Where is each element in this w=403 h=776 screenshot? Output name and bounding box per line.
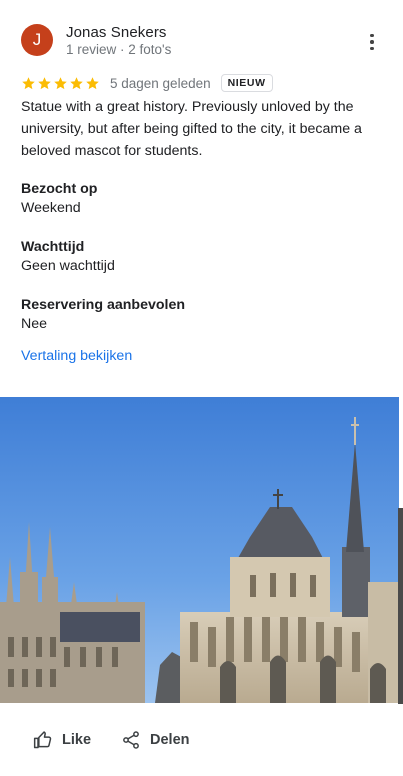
new-badge: NIEUW: [220, 74, 273, 92]
review-card: J Jonas Snekers 1 review · 2 foto's 5 da…: [0, 0, 403, 776]
detail-wait-time: Wachttijd Geen wachttijd: [21, 238, 115, 276]
more-vert-icon: [370, 33, 374, 38]
star-rating: [21, 76, 100, 91]
detail-visited: Bezocht op Weekend: [21, 180, 97, 218]
star-icon: [86, 76, 99, 89]
share-label: Delen: [150, 732, 190, 748]
review-date: 5 dagen geleden: [110, 75, 211, 91]
thumb-up-icon: [33, 731, 52, 749]
detail-value: Nee: [21, 316, 48, 332]
star-icon: [70, 76, 83, 89]
detail-label: Wachttijd: [21, 239, 85, 255]
detail-reservation: Reservering aanbevolen Nee: [21, 296, 185, 334]
detail-value: Geen wachttijd: [21, 258, 115, 274]
view-translation-link[interactable]: Vertaling bekijken: [21, 348, 132, 364]
share-icon: [123, 731, 139, 749]
more-options-button[interactable]: [362, 30, 382, 54]
star-icon: [38, 76, 51, 89]
like-label: Like: [62, 732, 92, 748]
like-button[interactable]: Like: [33, 730, 91, 750]
author-name[interactable]: Jonas Snekers: [66, 24, 167, 41]
detail-label: Reservering aanbevolen: [21, 297, 186, 313]
share-button[interactable]: Delen: [121, 730, 190, 750]
author-meta: 1 review · 2 foto's: [66, 42, 172, 57]
avatar[interactable]: J: [21, 24, 53, 56]
rating-row: 5 dagen geleden NIEUW: [21, 72, 273, 94]
review-actions: Like Delen: [0, 716, 403, 766]
review-photo[interactable]: [0, 397, 399, 703]
scrollbar[interactable]: [398, 508, 403, 704]
detail-label: Bezocht op: [21, 181, 98, 197]
review-text: Statue with a great history. Previously …: [21, 99, 362, 159]
detail-value: Weekend: [21, 200, 81, 216]
star-icon: [22, 76, 35, 89]
star-icon: [54, 76, 67, 89]
